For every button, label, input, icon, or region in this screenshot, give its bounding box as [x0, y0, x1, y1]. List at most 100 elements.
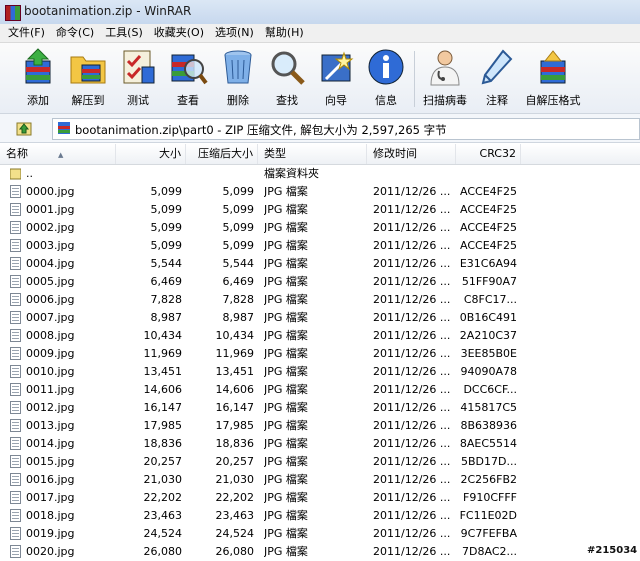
info-label: 信息: [375, 94, 397, 107]
file-type: JPG 檔案: [264, 311, 308, 324]
menu-help[interactable]: 幫助(H): [257, 24, 307, 42]
file-crc: 8B638936: [460, 419, 517, 432]
file-crc: ACCE4F25: [460, 239, 517, 252]
file-modified: 2011/12/26 ...: [373, 257, 451, 270]
view-magnifier-icon: [171, 54, 208, 85]
file-modified: 2011/12/26 ...: [373, 473, 451, 486]
column-size[interactable]: 大小: [116, 144, 186, 164]
table-row[interactable]: 0015.jpg 20,257 20,257 JPG 檔案 2011/12/26 ...…: [0, 453, 640, 471]
folder-up-icon: [10, 168, 21, 180]
file-packed-size: 14,606: [215, 383, 255, 396]
jpg-file-icon: [10, 437, 21, 450]
table-row[interactable]: 0019.jpg 24,524 24,524 JPG 檔案 2011/12/26 ...…: [0, 525, 640, 543]
file-crc: 0B16C491: [459, 311, 517, 324]
file-modified: 2011/12/26 ...: [373, 293, 451, 306]
file-crc: 9C7FEFBA: [460, 527, 517, 540]
path-field[interactable]: bootanimation.zip\part0 - ZIP 压缩文件, 解包大小…: [52, 118, 640, 140]
file-name: 0002.jpg: [26, 221, 75, 234]
file-size: 16,147: [143, 401, 183, 414]
file-crc: 415817C5: [460, 401, 517, 414]
file-size: 23,463: [143, 509, 183, 522]
jpg-file-icon: [10, 329, 21, 342]
test-checklist-icon: [123, 50, 155, 84]
file-modified: 2011/12/26 ...: [373, 185, 451, 198]
table-row[interactable]: 0014.jpg 18,836 18,836 JPG 檔案 2011/12/26 ...…: [0, 435, 640, 453]
menu-file[interactable]: 文件(F): [0, 24, 48, 42]
menu-favorites[interactable]: 收藏夹(O): [146, 24, 207, 42]
virus-scan-button[interactable]: 扫描病毒: [420, 47, 470, 109]
path-text: bootanimation.zip\part0 - ZIP 压缩文件, 解包大小…: [75, 123, 447, 137]
table-row[interactable]: 0008.jpg 10,434 10,434 JPG 檔案 2011/12/26 ...…: [0, 327, 640, 345]
table-row[interactable]: 0006.jpg 7,828 7,828 JPG 檔案 2011/12/26 ... C8…: [0, 291, 640, 309]
column-name-label: 名称: [6, 147, 28, 160]
file-type: JPG 檔案: [264, 203, 308, 216]
menu-options[interactable]: 选项(N): [207, 24, 257, 42]
table-row[interactable]: 0004.jpg 5,544 5,544 JPG 檔案 2011/12/26 ... E3…: [0, 255, 640, 273]
column-modified[interactable]: 修改时间: [367, 144, 456, 164]
add-button[interactable]: 添加: [13, 47, 63, 109]
file-size: 7,828: [150, 293, 183, 306]
table-row[interactable]: 0011.jpg 14,606 14,606 JPG 檔案 2011/12/26 ...…: [0, 381, 640, 399]
wizard-button[interactable]: 向导: [311, 47, 361, 109]
info-button[interactable]: 信息: [361, 47, 411, 109]
info-icon: [368, 49, 404, 85]
file-type: JPG 檔案: [264, 419, 308, 432]
list-item-parent[interactable]: .. 檔案資料夾: [0, 165, 640, 183]
column-crc[interactable]: CRC32: [456, 144, 521, 164]
file-size: 5,544: [150, 257, 183, 270]
file-packed-size: 5,099: [222, 239, 255, 252]
sort-up-icon: ▲: [58, 151, 64, 159]
up-folder-button[interactable]: [16, 120, 32, 136]
table-row[interactable]: 0001.jpg 5,099 5,099 JPG 檔案 2011/12/26 ... AC…: [0, 201, 640, 219]
file-packed-size: 11,969: [215, 347, 255, 360]
file-modified: 2011/12/26 ...: [373, 365, 451, 378]
column-packed[interactable]: 压缩后大小: [186, 144, 258, 164]
file-packed-size: 23,463: [215, 509, 255, 522]
table-row[interactable]: 0007.jpg 8,987 8,987 JPG 檔案 2011/12/26 ... 0B…: [0, 309, 640, 327]
file-modified: 2011/12/26 ...: [373, 239, 451, 252]
file-type: JPG 檔案: [264, 347, 308, 360]
table-row[interactable]: 0020.jpg 26,080 26,080 JPG 檔案 2011/12/26 ...…: [0, 543, 640, 561]
sfx-button[interactable]: 自解压格式: [525, 47, 581, 109]
file-modified: 2011/12/26 ...: [373, 509, 451, 522]
table-row[interactable]: 0000.jpg 5,099 5,099 JPG 檔案 2011/12/26 ... AC…: [0, 183, 640, 201]
wizard-wand-icon: [321, 51, 354, 82]
table-row[interactable]: 0018.jpg 23,463 23,463 JPG 檔案 2011/12/26 ...…: [0, 507, 640, 525]
zip-archive-icon: [58, 122, 70, 134]
file-crc: FC11E02D: [459, 509, 517, 522]
delete-button[interactable]: 删除: [213, 47, 263, 109]
view-button[interactable]: 查看: [163, 47, 213, 109]
comment-button[interactable]: 注释: [472, 47, 522, 109]
find-button[interactable]: 查找: [262, 47, 312, 109]
column-name[interactable]: 名称 ▲: [0, 144, 116, 164]
table-row[interactable]: 0002.jpg 5,099 5,099 JPG 檔案 2011/12/26 ... AC…: [0, 219, 640, 237]
file-crc: 51FF90A7: [461, 275, 517, 288]
file-modified: 2011/12/26 ...: [373, 221, 451, 234]
column-type[interactable]: 类型: [258, 144, 367, 164]
table-row[interactable]: 0017.jpg 22,202 22,202 JPG 檔案 2011/12/26 ...…: [0, 489, 640, 507]
table-row[interactable]: 0010.jpg 13,451 13,451 JPG 檔案 2011/12/26 ...…: [0, 363, 640, 381]
toolbar: 添加 解压到 测试 查看 删除 查找 向导 信息 扫描病毒 注释 自解压格式: [0, 43, 640, 114]
file-modified: 2011/12/26 ...: [373, 527, 451, 540]
file-name: 0011.jpg: [26, 383, 75, 396]
table-row[interactable]: 0009.jpg 11,969 11,969 JPG 檔案 2011/12/26 ...…: [0, 345, 640, 363]
menu-tools[interactable]: 工具(S): [97, 24, 146, 42]
file-size: 10,434: [143, 329, 183, 342]
table-row[interactable]: 0003.jpg 5,099 5,099 JPG 檔案 2011/12/26 ... AC…: [0, 237, 640, 255]
jpg-file-icon: [10, 473, 21, 486]
extract-to-button[interactable]: 解压到: [63, 47, 113, 109]
menu-bar: 文件(F) 命令(C) 工具(S) 收藏夹(O) 选项(N) 幫助(H): [0, 24, 640, 43]
file-name: 0016.jpg: [26, 473, 75, 486]
table-row[interactable]: 0013.jpg 17,985 17,985 JPG 檔案 2011/12/26 ...…: [0, 417, 640, 435]
table-row[interactable]: 0012.jpg 16,147 16,147 JPG 檔案 2011/12/26 ...…: [0, 399, 640, 417]
file-list[interactable]: .. 檔案資料夾 0000.jpg 5,099 5,099 JPG 檔案 2011/12…: [0, 165, 640, 561]
test-button[interactable]: 测试: [113, 47, 163, 109]
file-crc: 8AEC5514: [459, 437, 517, 450]
doctor-icon: [430, 50, 460, 86]
file-packed-size: 10,434: [215, 329, 255, 342]
sfx-package-icon: [540, 50, 566, 84]
menu-commands[interactable]: 命令(C): [48, 24, 97, 42]
table-row[interactable]: 0005.jpg 6,469 6,469 JPG 檔案 2011/12/26 ... 51…: [0, 273, 640, 291]
file-crc: 5BD17D...: [461, 455, 517, 468]
table-row[interactable]: 0016.jpg 21,030 21,030 JPG 檔案 2011/12/26 ...…: [0, 471, 640, 489]
